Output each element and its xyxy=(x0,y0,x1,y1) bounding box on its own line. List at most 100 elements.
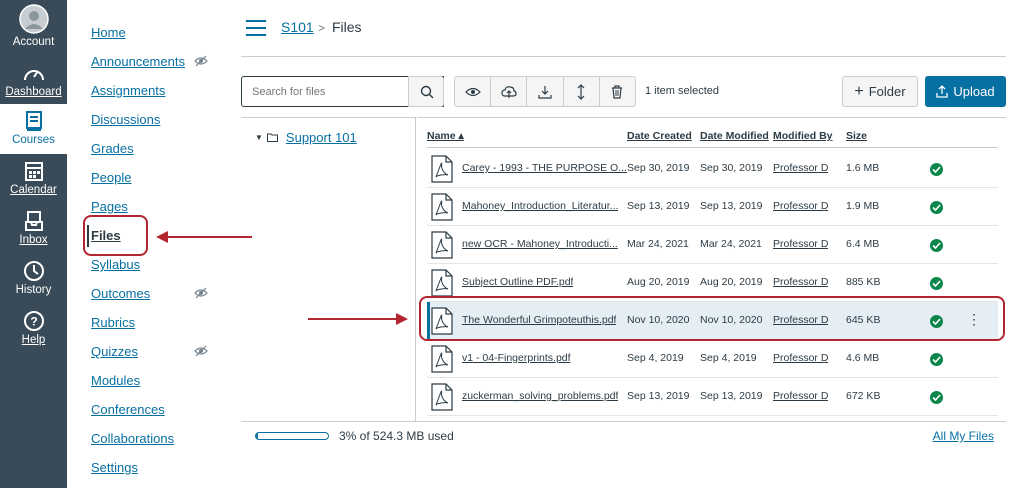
selection-status: 1 item selected xyxy=(645,85,719,97)
file-size: 672 KB xyxy=(846,390,881,402)
course-nav-settings[interactable]: Settings xyxy=(91,460,138,475)
file-name-link[interactable]: zuckerman_solving_problems.pdf xyxy=(462,390,618,402)
file-size: 4.6 MB xyxy=(846,352,880,364)
global-nav-calendar[interactable]: Calendar xyxy=(0,160,67,196)
search-button[interactable] xyxy=(408,76,444,107)
dashboard-icon xyxy=(23,70,44,81)
published-check-icon[interactable] xyxy=(930,163,943,176)
file-actions-group xyxy=(454,76,636,107)
folder-tree-root[interactable]: ▼ Support 101 xyxy=(255,130,357,145)
global-nav-account[interactable]: Account xyxy=(0,4,67,48)
add-folder-button[interactable]: + Folder xyxy=(842,76,918,107)
breadcrumb-separator: > xyxy=(318,21,326,35)
global-nav-label: Courses xyxy=(12,134,55,146)
course-nav-people[interactable]: People xyxy=(91,170,131,185)
download-button[interactable] xyxy=(527,77,564,106)
course-nav-rubrics[interactable]: Rubrics xyxy=(91,315,135,330)
file-date-modified: Mar 24, 2021 xyxy=(700,238,762,250)
published-check-icon[interactable] xyxy=(930,239,943,252)
column-header-created[interactable]: Date Created xyxy=(627,130,692,142)
published-check-icon[interactable] xyxy=(930,353,943,366)
course-nav-discussions[interactable]: Discussions xyxy=(91,112,160,127)
delete-button[interactable] xyxy=(600,77,635,106)
published-check-icon[interactable] xyxy=(930,201,943,214)
file-modified-by[interactable]: Professor D xyxy=(773,162,828,174)
move-icon xyxy=(577,83,585,100)
eye-icon xyxy=(464,87,481,96)
upload-button[interactable]: Upload xyxy=(925,76,1006,107)
file-name-link[interactable]: Subject Outline PDF.pdf xyxy=(462,276,573,288)
publish-button[interactable] xyxy=(491,77,528,106)
trash-icon xyxy=(612,84,623,99)
all-my-files-link[interactable]: All My Files xyxy=(933,429,994,443)
table-row[interactable]: zuckerman_solving_problems.pdf Sep 13, 20… xyxy=(427,378,998,416)
course-nav-modules[interactable]: Modules xyxy=(91,373,140,388)
file-date-modified: Aug 20, 2019 xyxy=(700,276,763,288)
file-modified-by[interactable]: Professor D xyxy=(773,390,828,402)
folder-tree-label: Support 101 xyxy=(285,130,357,145)
help-icon: ? xyxy=(23,311,44,331)
global-nav-help[interactable]: ? Help xyxy=(0,310,67,346)
course-nav-quizzes[interactable]: Quizzes xyxy=(91,344,138,359)
file-size: 1.6 MB xyxy=(846,162,880,174)
hamburger-menu-icon[interactable] xyxy=(246,20,266,36)
file-name-link[interactable]: v1 - 04-Fingerprints.pdf xyxy=(462,352,571,364)
course-nav-syllabus[interactable]: Syllabus xyxy=(91,257,140,272)
published-check-icon[interactable] xyxy=(930,391,943,404)
file-date-modified: Sep 13, 2019 xyxy=(700,390,763,402)
breadcrumb-current: Files xyxy=(332,19,362,35)
files-toolbar: 1 item selected + Folder Upload xyxy=(241,76,1006,107)
file-date-created: Sep 13, 2019 xyxy=(627,390,690,402)
pdf-file-icon xyxy=(431,345,453,373)
file-name-link[interactable]: Mahoney_Introduction_Literatur... xyxy=(462,200,618,212)
file-name-link[interactable]: new OCR - Mahoney_Introducti... xyxy=(462,238,618,250)
course-nav-assignments[interactable]: Assignments xyxy=(91,83,165,98)
course-nav-conferences[interactable]: Conferences xyxy=(91,402,165,417)
file-modified-by[interactable]: Professor D xyxy=(773,276,828,288)
file-size: 1.9 MB xyxy=(846,200,880,212)
global-nav-inbox[interactable]: Inbox xyxy=(0,210,67,246)
global-nav: Account Dashboard Courses Calendar Inbox… xyxy=(0,0,67,488)
course-nav-outcomes[interactable]: Outcomes xyxy=(91,286,150,301)
breadcrumb-course[interactable]: S101 xyxy=(281,19,314,35)
file-date-created: Sep 13, 2019 xyxy=(627,200,690,212)
add-folder-label: Folder xyxy=(868,84,906,99)
upload-label: Upload xyxy=(953,84,995,99)
course-nav-home[interactable]: Home xyxy=(91,25,126,40)
files-footer: 3% of 524.3 MB used All My Files xyxy=(241,421,1006,451)
column-header-modified-by[interactable]: Modified By xyxy=(773,130,833,142)
table-row[interactable]: Carey - 1993 - THE PURPOSE O... Sep 30, 2… xyxy=(427,150,998,188)
search-icon xyxy=(420,85,434,99)
published-check-icon[interactable] xyxy=(930,277,943,290)
course-nav-grades[interactable]: Grades xyxy=(91,141,134,156)
view-button[interactable] xyxy=(455,77,492,106)
folder-tree: ▼ Support 101 xyxy=(241,117,416,421)
folder-icon xyxy=(266,133,278,142)
table-row[interactable]: v1 - 04-Fingerprints.pdf Sep 4, 2019 Sep 4… xyxy=(427,340,998,378)
file-modified-by[interactable]: Professor D xyxy=(773,200,828,212)
pdf-file-icon xyxy=(431,155,453,183)
course-nav-announcements[interactable]: Announcements xyxy=(91,54,185,69)
global-nav-courses[interactable]: Courses xyxy=(0,104,67,154)
course-nav-pages[interactable]: Pages xyxy=(91,199,128,214)
table-row[interactable]: Mahoney_Introduction_Literatur... Sep 13,… xyxy=(427,188,998,226)
column-header-name[interactable]: Name ▴ xyxy=(427,130,464,142)
global-nav-label: Dashboard xyxy=(5,86,62,98)
file-name-link[interactable]: Carey - 1993 - THE PURPOSE O... xyxy=(462,162,627,174)
column-header-modified[interactable]: Date Modified xyxy=(700,130,769,142)
hidden-eye-icon xyxy=(194,287,208,299)
global-nav-label: Help xyxy=(21,334,46,346)
global-nav-history[interactable]: History xyxy=(0,260,67,296)
file-modified-by[interactable]: Professor D xyxy=(773,238,828,250)
files-nav-highlight xyxy=(83,215,148,256)
account-icon xyxy=(18,4,49,34)
file-date-created: Mar 24, 2021 xyxy=(627,238,689,250)
column-header-size[interactable]: Size xyxy=(846,130,867,142)
expand-caret-icon[interactable]: ▼ xyxy=(255,133,263,142)
move-button[interactable] xyxy=(564,77,600,106)
history-icon xyxy=(23,261,44,281)
file-modified-by[interactable]: Professor D xyxy=(773,352,828,364)
table-row[interactable]: new OCR - Mahoney_Introducti... Mar 24, 2… xyxy=(427,226,998,264)
global-nav-dashboard[interactable]: Dashboard xyxy=(0,64,67,98)
course-nav-collaborations[interactable]: Collaborations xyxy=(91,431,174,446)
